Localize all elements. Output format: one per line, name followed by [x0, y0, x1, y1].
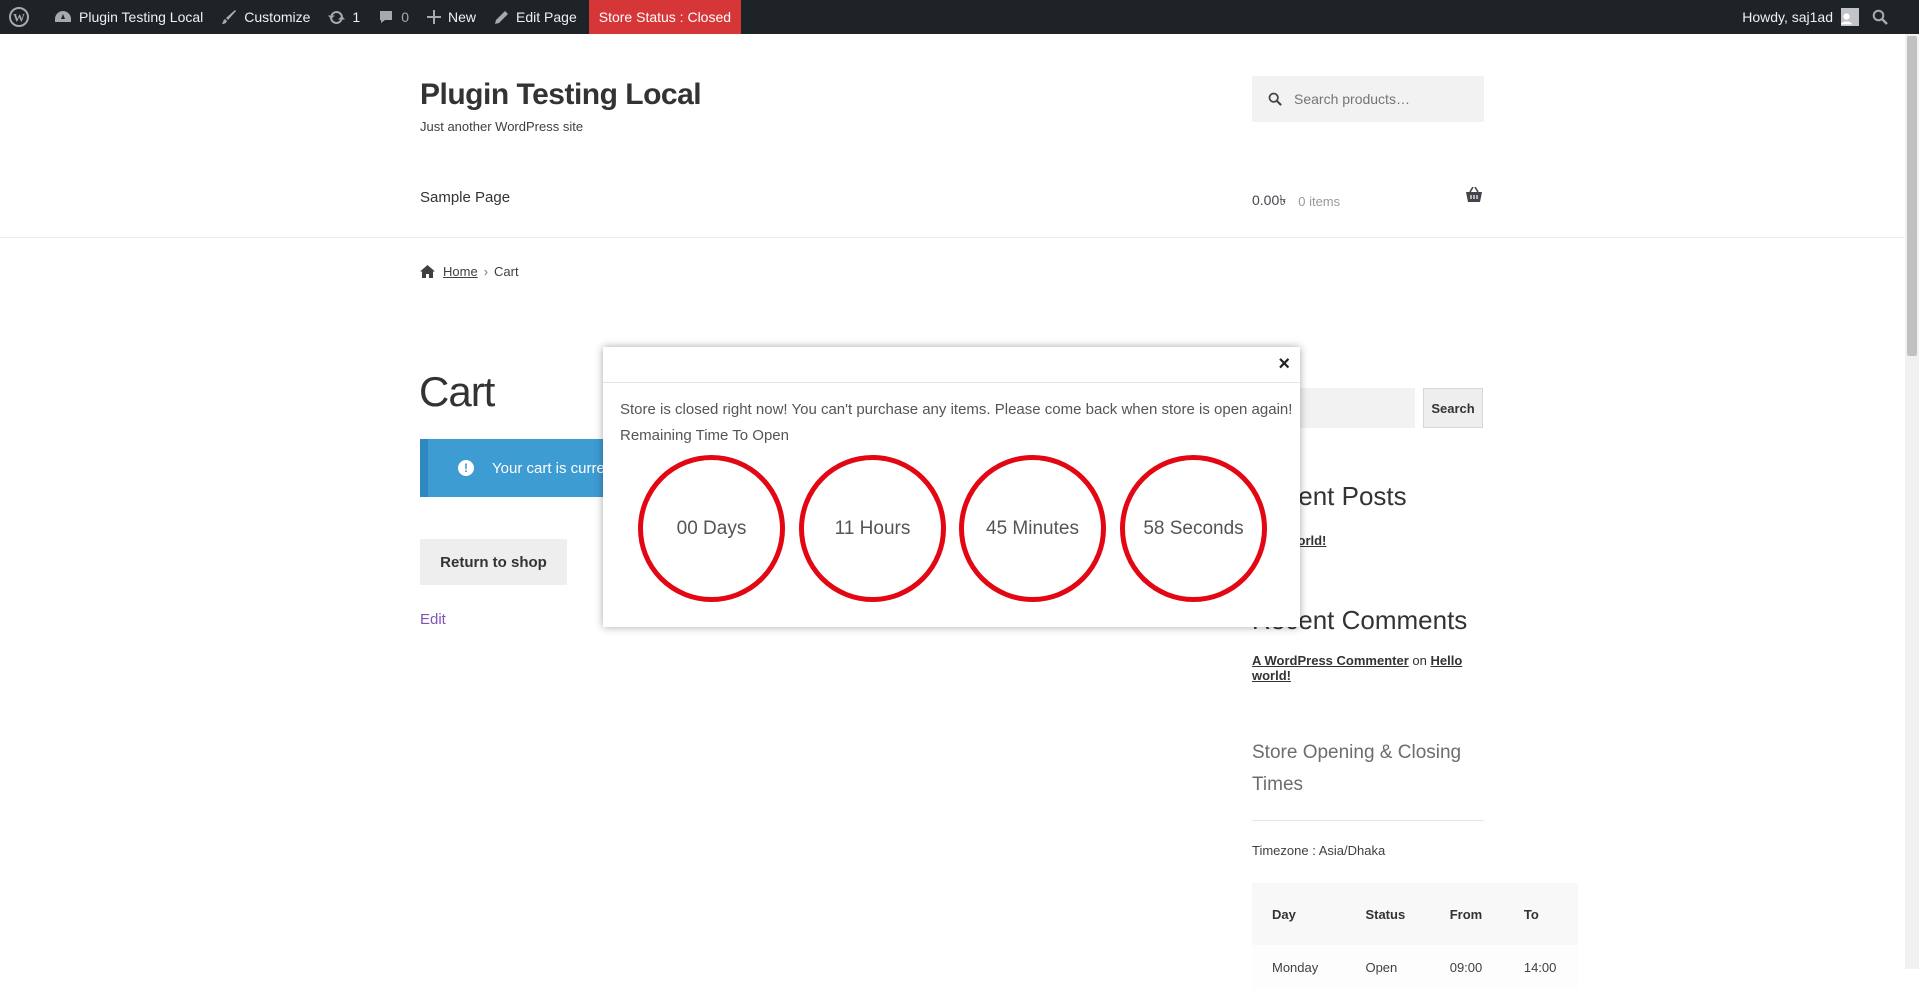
admin-edit-page[interactable]: Edit Page: [485, 0, 586, 34]
store-closed-modal: × Store is closed right now! You can't p…: [603, 347, 1300, 627]
remaining-time-label: Remaining Time To Open: [620, 427, 789, 444]
basket-icon[interactable]: [1465, 186, 1483, 208]
nav-item-sample-page[interactable]: Sample Page: [420, 189, 510, 206]
store-hours-heading: Store Opening & Closing Times: [1252, 742, 1462, 795]
page-scrollbar-thumb[interactable]: [1907, 36, 1917, 356]
edit-page-link[interactable]: Edit: [420, 611, 446, 628]
page-title: Cart: [419, 368, 495, 415]
countdown-minutes: 45 Minutes: [959, 455, 1106, 602]
admin-site-name-label: Plugin Testing Local: [79, 9, 204, 25]
comment-on-label: on: [1412, 653, 1427, 668]
header-cart[interactable]: 0.00৳ 0 items: [1252, 189, 1340, 213]
plus-icon: [427, 10, 442, 24]
admin-site-name[interactable]: Plugin Testing Local: [45, 0, 212, 34]
updates-icon: [328, 10, 346, 24]
breadcrumb-home-link[interactable]: Home: [443, 264, 478, 279]
comment-bubble-icon: [380, 11, 393, 23]
table-header-from: From: [1429, 883, 1504, 945]
cart-total: 0.00৳: [1252, 192, 1287, 208]
recent-comment-item: A WordPress Commenter on Hello world!: [1252, 653, 1484, 683]
timezone-label: Timezone : Asia/Dhaka: [1252, 843, 1386, 858]
info-icon: !: [458, 460, 474, 476]
store-hours-divider: [1252, 820, 1484, 821]
product-search-input[interactable]: [1292, 90, 1476, 108]
admin-bar: W Plugin Testing Local Customize 1 0 New…: [0, 0, 1919, 34]
sidebar-search-button[interactable]: Search: [1423, 388, 1483, 428]
table-cell-status: Open: [1345, 945, 1430, 989]
brush-icon: [222, 10, 237, 24]
return-to-shop-button[interactable]: Return to shop: [420, 539, 567, 585]
product-search: [1252, 76, 1484, 122]
countdown-days: 00 Days: [638, 455, 785, 602]
svg-text:W: W: [13, 11, 25, 25]
table-cell-from: 09:00: [1429, 945, 1504, 989]
comments-count: 0: [401, 9, 410, 25]
admin-new[interactable]: New: [418, 0, 485, 34]
store-status-badge[interactable]: Store Status : Closed: [588, 0, 742, 34]
dashboard-icon: [55, 11, 71, 22]
breadcrumb-current: Cart: [494, 264, 519, 279]
countdown-seconds: 58 Seconds: [1120, 455, 1267, 602]
site-title[interactable]: Plugin Testing Local: [420, 78, 702, 112]
admin-account[interactable]: Howdy, saj1ad: [1733, 0, 1863, 34]
wordpress-logo-icon[interactable]: W: [0, 0, 45, 34]
cart-item-count: 0 items: [1298, 193, 1341, 209]
admin-customize-label: Customize: [244, 9, 311, 25]
admin-new-label: New: [448, 9, 477, 25]
table-cell-to: 14:00: [1503, 945, 1578, 989]
howdy-label: Howdy, saj1ad: [1742, 9, 1833, 25]
modal-header: ×: [603, 347, 1300, 383]
updates-count: 1: [352, 9, 361, 25]
breadcrumb-separator: ›: [483, 264, 489, 279]
admin-search-icon[interactable]: [1863, 0, 1919, 34]
store-hours-table: Day Status From To Monday Open 09:00 14:…: [1252, 883, 1578, 989]
site-tagline: Just another WordPress site: [420, 119, 584, 134]
countdown-hours: 11 Hours: [799, 455, 946, 602]
admin-edit-page-label: Edit Page: [516, 9, 577, 25]
home-icon: [420, 265, 435, 278]
admin-updates[interactable]: 1: [319, 0, 369, 34]
close-icon[interactable]: ×: [1278, 354, 1290, 374]
table-header-to: To: [1503, 883, 1578, 945]
pencil-icon: [495, 10, 509, 24]
admin-customize[interactable]: Customize: [212, 0, 319, 34]
table-header-status: Status: [1345, 883, 1430, 945]
table-row: Monday Open 09:00 14:00: [1252, 945, 1578, 989]
table-header-day: Day: [1252, 883, 1346, 945]
admin-comments[interactable]: 0: [369, 0, 418, 34]
store-closed-message: Store is closed right now! You can't pur…: [620, 401, 1293, 418]
table-header-row: Day Status From To: [1252, 883, 1578, 945]
search-icon: [1268, 92, 1282, 106]
table-cell-day: Monday: [1252, 945, 1346, 989]
comment-author-link[interactable]: A WordPress Commenter: [1252, 653, 1409, 668]
breadcrumb: Home › Cart: [420, 264, 519, 279]
avatar: [1841, 8, 1859, 26]
header-divider: [0, 237, 1905, 238]
